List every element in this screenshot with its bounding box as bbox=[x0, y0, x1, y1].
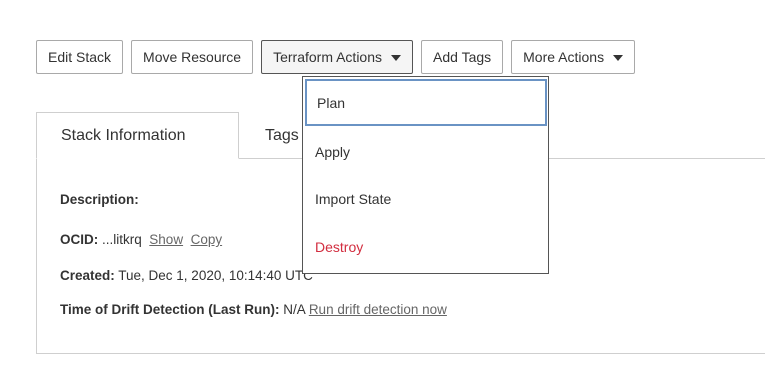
ocid-show-link[interactable]: Show bbox=[149, 232, 183, 247]
drift-value: N/A bbox=[283, 302, 306, 317]
edit-stack-label: Edit Stack bbox=[48, 49, 112, 65]
description-label: Description: bbox=[60, 192, 139, 207]
menu-item-apply-label: Apply bbox=[315, 144, 351, 160]
tab-stack-information-label: Stack Information bbox=[61, 126, 186, 144]
add-tags-label: Add Tags bbox=[433, 49, 492, 65]
move-resource-button[interactable]: Move Resource bbox=[131, 40, 254, 74]
stack-toolbar: Edit Stack Move Resource Terraform Actio… bbox=[36, 40, 636, 74]
add-tags-button[interactable]: Add Tags bbox=[421, 40, 504, 74]
created-row: Created: Tue, Dec 1, 2020, 10:14:40 UTC bbox=[60, 268, 313, 283]
move-resource-label: Move Resource bbox=[143, 49, 242, 65]
edit-stack-button[interactable]: Edit Stack bbox=[36, 40, 124, 74]
menu-item-plan-label: Plan bbox=[317, 94, 346, 111]
ocid-copy-link[interactable]: Copy bbox=[191, 232, 223, 247]
created-value: Tue, Dec 1, 2020, 10:14:40 UTC bbox=[118, 268, 313, 283]
drift-row: Time of Drift Detection (Last Run): N/A … bbox=[60, 302, 447, 317]
drift-label: Time of Drift Detection (Last Run): bbox=[60, 302, 280, 317]
terraform-actions-menu: Plan Apply Import State Destroy bbox=[302, 76, 549, 274]
caret-down-icon bbox=[391, 55, 402, 61]
tab-tags-label: Tags bbox=[265, 126, 299, 144]
ocid-value: ...litkrq bbox=[102, 232, 142, 247]
menu-item-apply[interactable]: Apply bbox=[303, 128, 548, 176]
menu-item-plan[interactable]: Plan bbox=[305, 79, 547, 126]
description-row: Description: bbox=[60, 192, 139, 207]
caret-down-icon bbox=[613, 55, 624, 61]
run-drift-detection-link[interactable]: Run drift detection now bbox=[309, 302, 447, 317]
menu-item-import-state-label: Import State bbox=[315, 191, 392, 207]
more-actions-button[interactable]: More Actions bbox=[511, 40, 636, 74]
more-actions-label: More Actions bbox=[523, 49, 605, 65]
tab-stack-information[interactable]: Stack Information bbox=[36, 112, 239, 159]
menu-item-import-state[interactable]: Import State bbox=[303, 175, 548, 223]
menu-item-destroy-label: Destroy bbox=[315, 239, 364, 255]
ocid-row: OCID: ...litkrq Show Copy bbox=[60, 232, 222, 247]
terraform-actions-label: Terraform Actions bbox=[273, 49, 383, 65]
ocid-label: OCID: bbox=[60, 232, 99, 247]
terraform-actions-button[interactable]: Terraform Actions bbox=[261, 40, 414, 74]
created-label: Created: bbox=[60, 268, 115, 283]
menu-item-destroy[interactable]: Destroy bbox=[303, 223, 548, 271]
